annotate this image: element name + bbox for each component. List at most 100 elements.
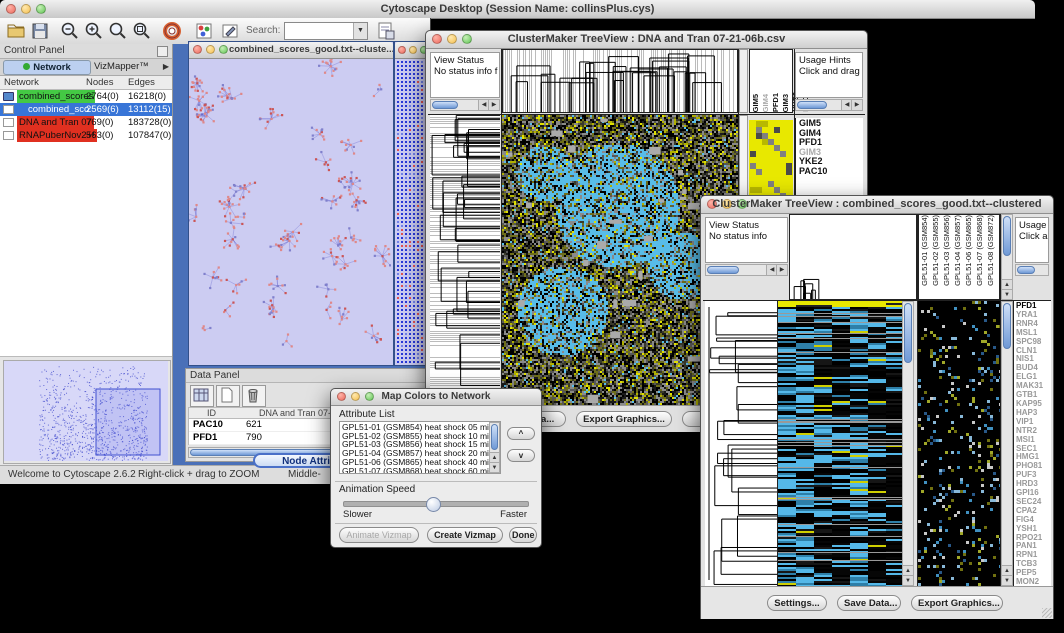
tab-network[interactable]: Network [3,60,91,75]
network-name: combined_sco [26,103,91,116]
tv1-usage-hints-scrollbar[interactable]: ◀ ▶ [795,99,863,111]
tv2-column-label[interactable]: GPL51-08 (GSM872) [986,215,997,286]
column-edges[interactable]: Edges [128,77,155,88]
tv2-column-label[interactable]: GPL51-03 (GSM856) [942,215,953,286]
tv2-usage-hints-scrollbar[interactable] [1015,264,1049,276]
network-edge-count: 107847(0) [128,129,171,142]
tv2-column-scrollbar[interactable]: ▲ ▼ [1001,214,1013,300]
network-node-count: 2569(6) [86,103,119,116]
tv2-save-data-button[interactable]: Save Data... [837,595,901,611]
zoom-out-icon[interactable] [59,20,81,42]
attribute-list-scrollbar[interactable]: ▲ ▼ [489,422,500,473]
row-value: 790 [246,432,262,443]
open-file-button[interactable] [5,20,27,42]
network-canvas[interactable] [189,59,391,365]
annotation-icon[interactable] [219,20,241,42]
control-panel-tabs: Network VizMapper™ ▶ [0,59,172,76]
slider-thumb[interactable] [426,497,441,512]
tv2-settings-button[interactable]: Settings... [767,595,827,611]
desktop: Cytoscape Desktop (Session Name: collins… [0,0,1064,633]
minimize-button[interactable] [409,46,417,54]
create-vizmap-button[interactable]: Create Vizmap [427,527,503,543]
network-node-count: 769(0) [86,116,113,129]
tv2-view-status-scrollbar[interactable]: ◀ ▶ [705,264,788,276]
tv2-row-dendrogram[interactable] [705,301,778,586]
tv2-heatmap-scrollbar[interactable]: ▲ ▼ [902,301,914,586]
tv1-row-dendrogram[interactable] [430,115,500,405]
network-list-row[interactable]: combined_sco2569(6) 13112(15) [0,103,172,116]
tv2-column-label[interactable]: GPL51-06 (GSM865) [964,215,975,286]
close-button[interactable] [193,45,202,54]
network-list-row[interactable]: DNA and Tran 07769(0)183728(0) [0,116,172,129]
treeview1-title: ClusterMaker TreeView : DNA and Tran 07-… [426,33,867,45]
network-node-count: 563(0) [86,129,113,142]
network-edge-count: 13112(15) [128,103,171,116]
network-list-row[interactable]: RNAPuberNov2+!563(0) 107847(0) [0,129,172,142]
tv2-column-dendrogram[interactable] [790,215,916,299]
network-name: combined_scores [17,90,95,103]
tv1-column-label[interactable]: PFD1 [771,93,781,112]
network-list: combined_scores2764(0)16218(0)combined_s… [0,90,172,144]
done-button[interactable]: Done [509,527,537,543]
float-panel-icon[interactable] [157,46,168,57]
minimize-button[interactable] [206,45,215,54]
new-attribute-button[interactable] [216,385,240,407]
zoom-selected-icon[interactable] [131,20,153,42]
map-colors-dialog: Map Colors to Network Attribute List GPL… [330,388,542,548]
network-name: RNAPuberNov2+! [17,129,97,142]
tv1-mini-matrix[interactable] [749,120,793,200]
table-mode-button[interactable] [190,385,214,407]
column-nodes[interactable]: Nodes [86,77,113,88]
save-button[interactable] [29,20,51,42]
column-network[interactable]: Network [4,77,39,88]
column-id[interactable]: ID [207,408,216,419]
tv2-column-label[interactable]: GPL51-04 (GSM857) [953,215,964,286]
network-list-row[interactable]: combined_scores2764(0)16218(0) [0,90,172,103]
network-view-window: combined_scores_good.txt--cluste... [188,41,394,366]
network-overview-canvas[interactable] [4,361,168,461]
tv2-selection-heatmap[interactable] [918,301,1000,586]
tv2-heatmap[interactable] [778,301,902,586]
network-overview[interactable] [3,360,171,464]
tv2-column-label[interactable]: GPL51-02 (GSM855) [931,215,942,286]
treeview2-title: ClusterMaker TreeView : combined_scores_… [701,198,1053,210]
move-down-button[interactable]: v [507,449,535,462]
tv1-export-graphics-button[interactable]: Export Graphics... [576,411,672,427]
tv2-column-label[interactable]: GPL51-07 (GSM868) [975,215,986,286]
animation-speed-slider[interactable] [343,501,529,507]
network-view-title: combined_scores_good.txt--cluste... [229,44,393,55]
search-dropdown-icon[interactable]: ▼ [353,23,367,39]
vizmapper-icon[interactable] [193,20,215,42]
zoom-fit-icon[interactable] [107,20,129,42]
tv1-view-status-scrollbar[interactable]: ◀ ▶ [430,99,500,111]
gene-label[interactable]: MON2 [1016,578,1051,586]
attribute-list[interactable]: GPL51-01 (GSM854) heat shock 05 minGPL51… [339,421,501,474]
zoom-button[interactable] [219,45,228,54]
tv2-view-status: View StatusNo status info [705,217,788,263]
lifering-icon[interactable] [161,20,183,42]
resize-grip[interactable] [1042,608,1052,618]
attribute-item[interactable]: GPL51-07 (GSM868) heat shock 60 min [342,467,498,474]
network-tab-icon [23,63,30,70]
search-input[interactable]: ▼ [284,22,368,40]
attribute-browser-icon[interactable] [375,20,397,42]
delete-attribute-button[interactable] [242,385,266,407]
gene-label[interactable]: PAC10 [799,167,863,177]
tv2-gene-scrollbar[interactable]: ▲ ▼ [1001,301,1013,586]
tv1-column-label[interactable]: GIM3 [781,94,791,112]
animate-vizmap-button[interactable]: Animate Vizmap [339,527,419,543]
move-up-button[interactable]: ^ [507,427,535,440]
data-panel-title: Data Panel [190,370,239,381]
tv1-column-label[interactable]: GIM5 [751,94,761,112]
tv1-view-status: View StatusNo status info f [430,52,500,98]
tab-vizmapper[interactable]: VizMapper™ [94,61,149,72]
tv1-column-label[interactable]: GIM4 [761,94,771,112]
close-button[interactable] [398,46,406,54]
grid-network-canvas[interactable] [395,59,429,365]
zoom-in-icon[interactable] [83,20,105,42]
tab-overflow-icon[interactable]: ▶ [163,62,169,71]
tv1-column-dendrogram[interactable] [503,50,737,112]
tv2-export-graphics-button[interactable]: Export Graphics... [911,595,1003,611]
tv2-column-label[interactable]: GPL51-01 (GSM854) [920,215,931,286]
network-node-count: 2764(0) [86,90,119,103]
